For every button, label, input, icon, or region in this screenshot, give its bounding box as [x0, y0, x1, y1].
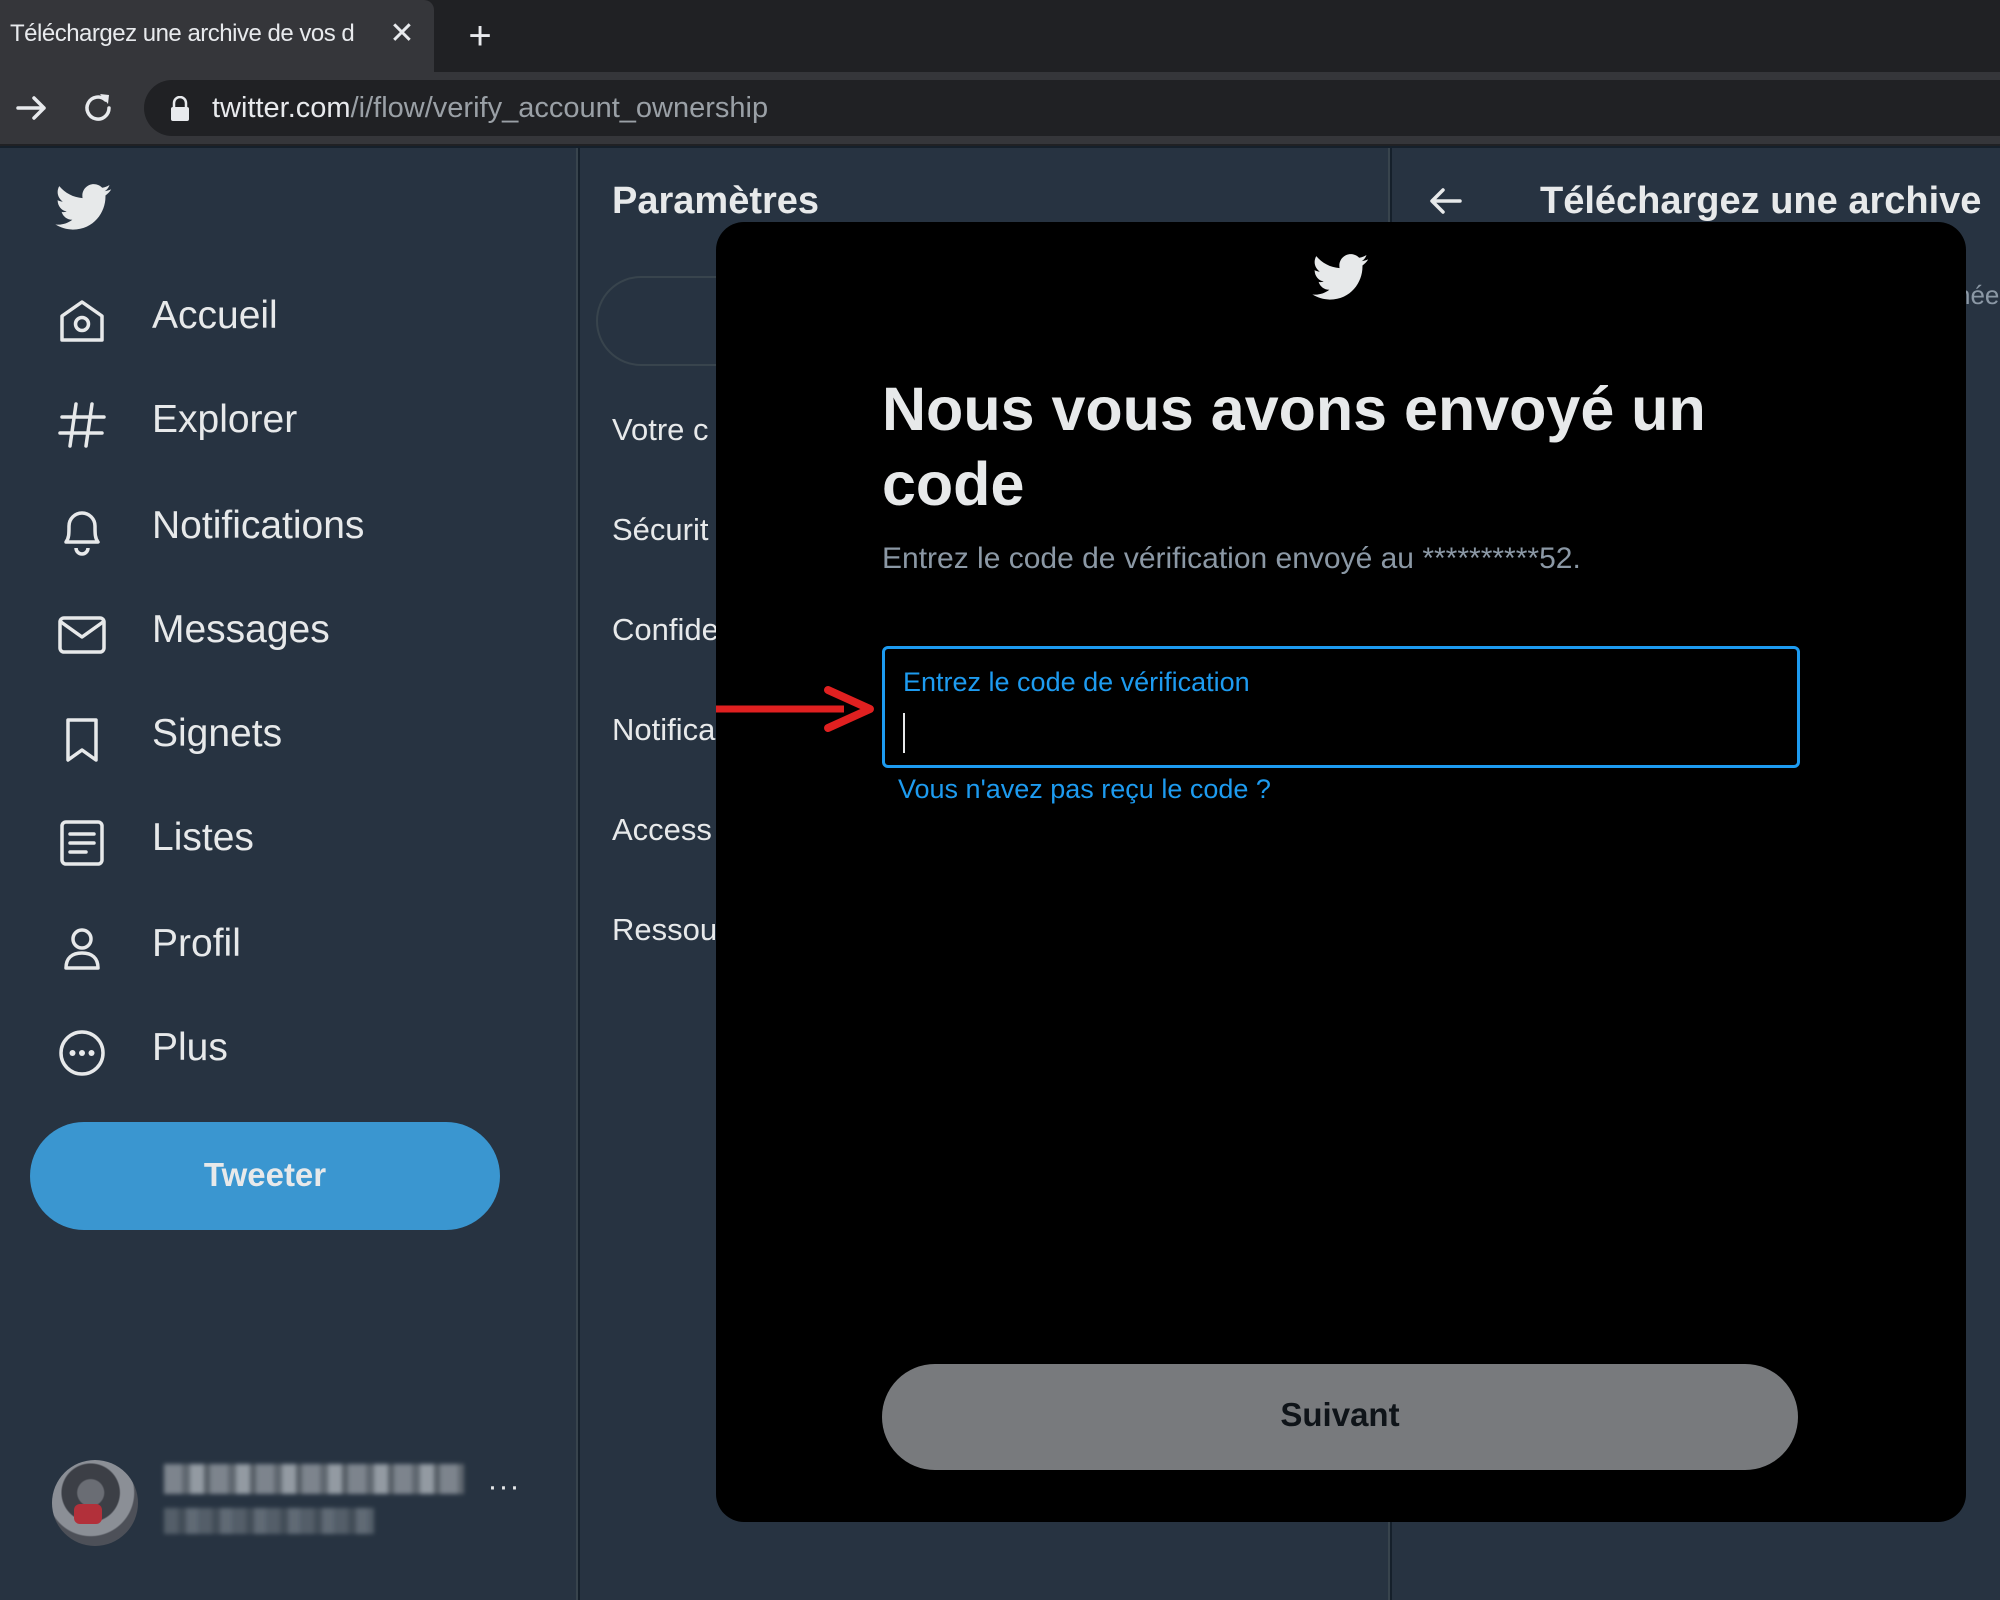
next-button-label: Suivant [1280, 1396, 1400, 1433]
reload-icon[interactable] [76, 86, 120, 130]
sidebar-item-signets[interactable]: Signets [54, 706, 554, 766]
text-caret [903, 713, 905, 753]
url-path: /i/flow/verify_account_ownership [350, 92, 769, 124]
account-name-blurred [164, 1464, 464, 1494]
sidebar-item-listes[interactable]: Listes [54, 810, 554, 870]
tweet-button-label: Tweeter [203, 1156, 327, 1193]
more-icon[interactable]: ··· [484, 1472, 524, 1512]
sidebar-item-explorer[interactable]: Explorer [54, 392, 554, 452]
sidebar-item-messages[interactable]: Messages [54, 602, 554, 662]
sidebar-item-label: Plus [152, 1026, 228, 1069]
tab-title: Téléchargez une archive de vos d [10, 20, 355, 47]
plus-icon[interactable]: + [458, 14, 502, 58]
detail-title: Téléchargez une archive [1540, 180, 1982, 222]
page-title: Paramètres [612, 180, 820, 222]
sidebar-item-accueil[interactable]: Accueil [54, 288, 554, 348]
bell-icon [64, 511, 100, 556]
sidebar-item-profil[interactable]: Profil [54, 916, 554, 976]
sidebar-item-plus[interactable]: Plus [54, 1020, 554, 1080]
browser-tab[interactable]: Téléchargez une archive de vos d ✕ [0, 0, 434, 72]
settings-item-accessibility[interactable]: Access [612, 812, 712, 848]
sidebar-item-label: Signets [152, 712, 283, 755]
hashtag-icon [58, 402, 106, 448]
verification-code-input[interactable]: Entrez le code de vérification [882, 646, 1800, 768]
account-switcher[interactable]: ··· [52, 1460, 532, 1550]
url-text: twitter.com/i/flow/verify_account_owners… [212, 92, 1012, 126]
back-arrow-icon[interactable] [1428, 186, 1464, 216]
settings-item-notifications[interactable]: Notifica [612, 712, 715, 748]
sidebar-item-label: Accueil [152, 294, 278, 337]
settings-item-privacy[interactable]: Confide [612, 612, 719, 648]
settings-item-security[interactable]: Sécurit [612, 512, 708, 548]
lock-icon [171, 96, 189, 121]
annotation-arrow-icon [716, 686, 874, 732]
list-icon [60, 820, 104, 866]
bookmark-icon [66, 718, 98, 762]
more-circle-icon [59, 1030, 105, 1076]
close-icon[interactable]: ✕ [384, 16, 420, 52]
sidebar-item-label: Listes [152, 816, 254, 859]
screen: Téléchargez une archive de vos d ✕ + twi… [0, 0, 2000, 1600]
url-host: twitter.com [212, 92, 351, 124]
verification-dialog: Nous vous avons envoyé un code Entrez le… [716, 222, 1966, 1522]
next-button[interactable]: Suivant [882, 1364, 1798, 1470]
settings-item-resources[interactable]: Ressou [612, 912, 717, 948]
address-bar[interactable]: twitter.com/i/flow/verify_account_owners… [144, 80, 2000, 136]
browser-toolbar: twitter.com/i/flow/verify_account_owners… [0, 72, 2000, 146]
sidebar-item-label: Profil [152, 922, 241, 965]
dialog-title: Nous vous avons envoyé un code [882, 375, 1706, 518]
verification-code-label: Entrez le code de vérification [903, 667, 1250, 697]
sidebar-item-label: Explorer [152, 398, 298, 441]
tweet-button[interactable]: Tweeter [30, 1122, 500, 1230]
envelope-icon [58, 616, 106, 654]
sidebar-item-label: Notifications [152, 504, 365, 547]
avatar [52, 1460, 138, 1546]
account-handle-blurred [164, 1508, 374, 1534]
sidebar-item-label: Messages [152, 608, 330, 651]
twitter-logo-icon [1312, 254, 1369, 300]
home-icon [60, 300, 104, 342]
sidebar-item-notifications[interactable]: Notifications [54, 498, 554, 558]
dialog-subtitle: Entrez le code de vérification envoyé au… [882, 542, 1581, 575]
twitter-logo-icon[interactable] [52, 178, 116, 234]
browser-tab-bar: Téléchargez une archive de vos d ✕ + [0, 0, 2000, 72]
resend-code-link[interactable]: Vous n'avez pas reçu le code ? [898, 774, 1271, 805]
person-icon [64, 928, 100, 970]
arrow-forward-icon[interactable] [10, 86, 54, 130]
settings-item-account[interactable]: Votre c [612, 412, 709, 448]
sidebar: Accueil Explorer Notifications Messages [0, 148, 578, 1600]
